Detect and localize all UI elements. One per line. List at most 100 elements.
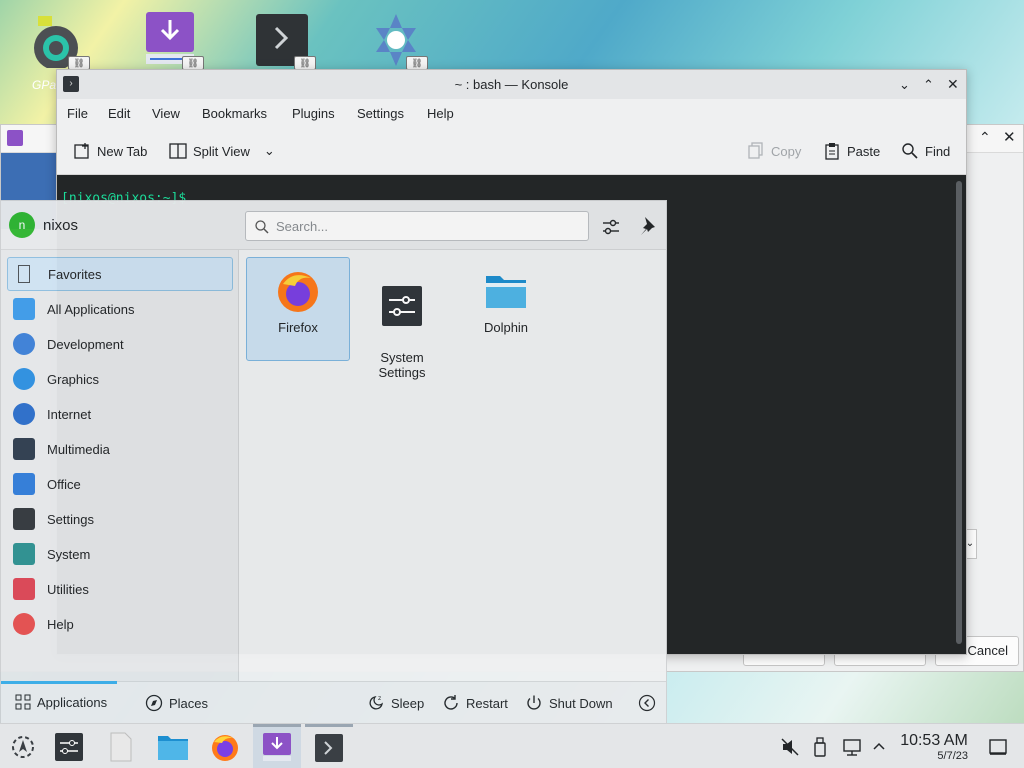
konsole-titlebar: › ~ : bash — Konsole ⌄ ⌃ ✕ xyxy=(57,70,966,99)
new-tab-button[interactable]: New Tab xyxy=(73,142,147,160)
clock-date[interactable]: 5/7/23 xyxy=(894,750,974,762)
tab-applications-label: Applications xyxy=(37,694,108,710)
category-sidebar: Favorites All Applications Development G… xyxy=(1,250,239,681)
tab-places[interactable]: Places xyxy=(145,694,208,712)
find-label: Find xyxy=(925,143,951,159)
category-settings[interactable]: Settings xyxy=(7,502,233,536)
chevron-up-icon[interactable]: ⌃ xyxy=(979,129,991,146)
close-icon[interactable]: ✕ xyxy=(1003,128,1016,146)
network-wired-icon[interactable] xyxy=(842,737,862,757)
app-firefox[interactable]: Firefox xyxy=(246,257,350,361)
avatar[interactable]: n xyxy=(9,212,35,238)
minimize-icon[interactable]: ⌄ xyxy=(899,70,910,99)
app-dolphin[interactable]: Dolphin xyxy=(454,257,558,361)
desktop-installer-icon[interactable]: ⛓ xyxy=(144,10,204,70)
sleep-icon: z xyxy=(369,695,383,710)
category-label: Multimedia xyxy=(47,441,110,457)
office-icon xyxy=(13,473,35,495)
desktop-icon-label: GPa xyxy=(32,78,57,92)
firefox-task-icon[interactable] xyxy=(208,731,242,763)
split-view-label: Split View xyxy=(193,143,250,159)
copy-button[interactable]: Copy xyxy=(747,142,801,160)
copy-label: Copy xyxy=(771,143,802,159)
chevron-up-icon[interactable] xyxy=(872,740,886,752)
category-utilities[interactable]: Utilities xyxy=(7,572,233,606)
configure-icon[interactable] xyxy=(601,217,621,237)
installer-task-active[interactable] xyxy=(253,724,301,768)
konsole-task[interactable] xyxy=(305,724,353,768)
menu-view[interactable]: View xyxy=(152,106,180,121)
menu-file[interactable]: File xyxy=(67,106,88,121)
compass-icon xyxy=(145,694,163,712)
system-settings-task-icon[interactable] xyxy=(52,731,86,763)
menu-settings[interactable]: Settings xyxy=(357,106,404,121)
copy-icon xyxy=(748,142,763,159)
category-label: Development xyxy=(47,336,124,352)
system-settings-icon xyxy=(382,286,422,326)
link-badge-icon: ⛓ xyxy=(182,56,204,70)
category-graphics[interactable]: Graphics xyxy=(7,362,233,396)
desktop-gparted-icon[interactable]: ⛓ xyxy=(30,10,90,70)
category-favorites[interactable]: Favorites xyxy=(7,257,233,291)
split-view-icon xyxy=(169,143,187,159)
category-help[interactable]: Help xyxy=(7,607,233,641)
category-all-applications[interactable]: All Applications xyxy=(7,292,233,326)
desktop-nixos-icon[interactable]: ⛓ xyxy=(368,10,428,70)
search-placeholder: Search... xyxy=(276,219,329,234)
installer-task-icon xyxy=(263,733,291,761)
category-system[interactable]: System xyxy=(7,537,233,571)
search-icon xyxy=(902,143,918,159)
sleep-label: Sleep xyxy=(391,695,425,711)
dolphin-task-icon[interactable] xyxy=(156,731,190,763)
app-launcher-icon[interactable] xyxy=(6,731,40,763)
file-icon[interactable] xyxy=(104,731,138,763)
menu-bookmarks[interactable]: Bookmarks xyxy=(202,106,267,121)
launcher-footer: Applications Places z Sleep Restart Shut… xyxy=(1,681,666,723)
chevron-left-icon[interactable] xyxy=(638,694,656,712)
category-internet[interactable]: Internet xyxy=(7,397,233,431)
search-input[interactable]: Search... xyxy=(245,211,589,241)
menu-help[interactable]: Help xyxy=(427,106,454,121)
active-tab-indicator xyxy=(1,681,117,684)
multimedia-icon xyxy=(13,438,35,460)
desktop-konsole-icon[interactable]: ⛓ xyxy=(256,10,316,70)
folder-icon xyxy=(486,276,526,308)
show-desktop-icon[interactable] xyxy=(988,737,1008,757)
menu-plugins[interactable]: Plugins xyxy=(292,106,335,121)
sleep-button[interactable]: z Sleep xyxy=(367,694,424,712)
category-development[interactable]: Development xyxy=(7,327,233,361)
shutdown-button[interactable]: Shut Down xyxy=(525,694,613,712)
link-badge-icon: ⛓ xyxy=(68,56,90,70)
application-launcher: n nixos Search... Favorites All Applicat… xyxy=(0,200,667,723)
usb-storage-icon[interactable] xyxy=(812,737,828,757)
restart-label: Restart xyxy=(466,695,508,711)
app-system-settings[interactable]: System Settings xyxy=(350,257,454,380)
search-icon xyxy=(255,220,269,234)
paste-label: Paste xyxy=(847,143,881,159)
category-label: All Applications xyxy=(47,301,135,317)
firefox-icon xyxy=(278,272,318,312)
tab-applications[interactable]: Applications xyxy=(15,694,107,710)
category-multimedia[interactable]: Multimedia xyxy=(7,432,233,466)
grid-icon xyxy=(15,694,31,710)
category-label: Office xyxy=(47,476,81,492)
close-icon[interactable]: ✕ xyxy=(947,70,959,99)
pin-icon[interactable] xyxy=(637,215,657,237)
category-office[interactable]: Office xyxy=(7,467,233,501)
cancel-label: Cancel xyxy=(967,643,1008,658)
audio-muted-icon[interactable] xyxy=(780,737,800,757)
category-label: Internet xyxy=(47,406,92,422)
split-view-button[interactable]: Split View ⌄ xyxy=(169,142,275,160)
menu-edit[interactable]: Edit xyxy=(108,106,130,121)
link-badge-icon: ⛓ xyxy=(406,56,428,70)
power-icon xyxy=(527,695,541,710)
category-label: Favorites xyxy=(48,266,102,282)
find-button[interactable]: Find xyxy=(901,142,950,160)
shutdown-label: Shut Down xyxy=(549,695,613,711)
maximize-icon[interactable]: ⌃ xyxy=(923,70,934,99)
clock-time[interactable]: 10:53 AM xyxy=(894,732,974,750)
paste-button[interactable]: Paste xyxy=(823,142,880,160)
terminal-scrollbar[interactable] xyxy=(956,181,962,644)
restart-button[interactable]: Restart xyxy=(442,694,508,712)
app-label: Firefox xyxy=(278,320,318,335)
